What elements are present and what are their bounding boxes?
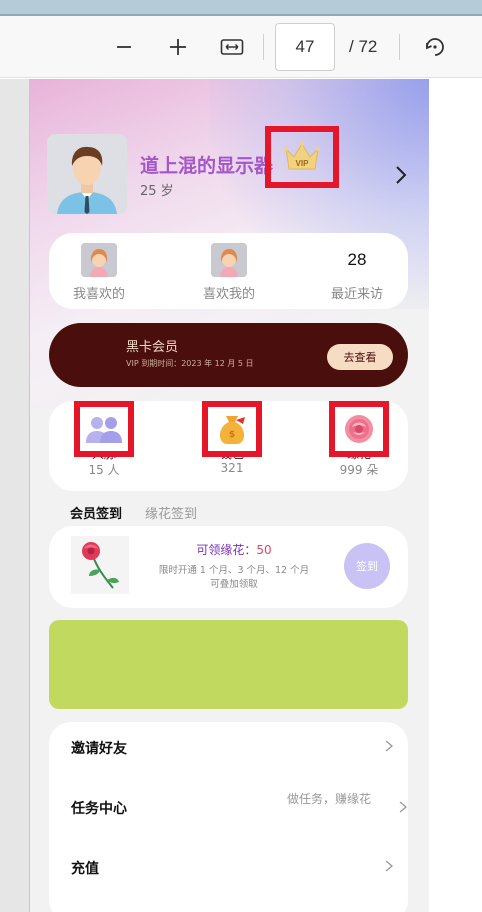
svg-text:$: $ [229,430,235,440]
rose-icon [345,415,373,443]
document-viewer[interactable]: 道上混的显示器 25 岁 VIP 我喜欢的 喜欢我的 28 最近来访 黑卡会员 … [0,79,482,912]
pdf-page: 道上混的显示器 25 岁 VIP 我喜欢的 喜欢我的 28 最近来访 黑卡会员 … [30,79,429,912]
toolbar-separator [399,34,400,60]
money-bag-icon: $ [219,416,245,444]
stat-likes-me[interactable]: 喜欢我的 [179,243,279,302]
highlight-box [329,401,389,457]
rose-stem-icon [82,542,119,589]
asset-value: 15 人 [88,463,120,477]
signin-title: 可领缘花：50 [196,543,272,557]
pdf-toolbar: 47 / 72 [0,16,482,78]
stats-card: 我喜欢的 喜欢我的 28 最近来访 [49,233,408,309]
tab-member-signin[interactable]: 会员签到 [70,503,122,522]
chevron-right-icon [385,860,394,872]
asset-value: 999 朵 [339,463,379,477]
vip-crown-icon: VIP [284,142,320,170]
rotate-icon [426,38,444,56]
black-card-banner[interactable]: 黑卡会员 VIP 到期时间：2023 年 12 月 5 日 去查看 [49,323,408,387]
stat-recent-visitors[interactable]: 28 最近来访 [307,243,407,302]
stat-label: 我喜欢的 [72,287,125,302]
user-age: 25 岁 [140,184,174,199]
people-icon [86,417,122,443]
toolbar-separator [263,34,264,60]
chevron-right-icon[interactable] [392,163,410,187]
page-number-input[interactable]: 47 [275,23,335,71]
signin-button[interactable]: 签到 [344,543,390,589]
minus-icon [117,46,131,48]
chevron-right-icon [385,740,394,752]
menu-item-label: 充值 [71,861,99,877]
zoom-in-button[interactable] [162,16,194,78]
black-card-title: 黑卡会员 [126,340,179,355]
asset-wallet[interactable]: $ 钱包 321 [187,401,277,475]
asset-connections[interactable]: 人脉 15 人 [59,401,149,478]
promo-banner[interactable] [49,620,408,709]
menu-item-task-center[interactable]: 做任务，赚缘花 任务中心 [49,782,408,842]
signin-desc-line2: 可叠加领取 [210,579,258,590]
stat-label: 最近来访 [330,287,383,302]
signin-desc-line1: 限时开通 1 个月、3 个月、12 个月 [158,565,310,576]
chevron-right-icon [399,801,408,813]
menu-item-label: 邀请好友 [71,741,127,757]
assets-card: 人脉 15 人 $ 钱包 321 [49,401,408,491]
female-avatar-icon [81,243,117,277]
plus-icon [170,39,186,55]
asset-value: 321 [220,461,244,475]
fit-width-icon [220,39,244,55]
male-avatar-icon [47,134,127,214]
menu-item-invite-friends[interactable]: 邀请好友 [49,722,408,782]
stat-label: 喜欢我的 [202,287,255,302]
page-total-label: / 72 [349,37,378,56]
view-button[interactable]: 去查看 [327,344,393,370]
page-gutter [0,79,30,912]
highlight-box: $ [202,401,262,457]
rotate-button[interactable] [418,16,452,78]
stat-i-like[interactable]: 我喜欢的 [49,243,149,302]
fit-to-width-button[interactable] [216,16,248,78]
highlight-box [74,401,134,457]
vip-badge-highlight[interactable]: VIP [265,126,339,188]
tab-flower-signin[interactable]: 缘花签到 [145,503,197,522]
menu-item-hint: 做任务，赚缘花 [287,792,372,806]
menu-item-recharge[interactable]: 充值 [49,842,408,902]
female-avatar-icon [211,243,247,277]
menu-item-label: 任务中心 [71,801,127,817]
rose-image [71,536,129,594]
signin-amount: 50 [256,543,272,557]
avatar[interactable] [47,134,127,214]
menu-card: 邀请好友 做任务，赚缘花 任务中心 充值 [49,722,408,912]
window-top-strip [0,0,482,16]
user-name: 道上混的显示器 [140,155,274,177]
signin-card: 可领缘花：50 限时开通 1 个月、3 个月、12 个月 可叠加领取 签到 [49,526,408,608]
vip-expiry-text: VIP 到期时间：2023 年 12 月 5 日 [126,359,254,368]
asset-flowers[interactable]: 缘花 999 朵 [314,401,404,478]
vip-badge-text: VIP [296,159,310,168]
stat-value: 28 [347,250,367,269]
zoom-out-button[interactable] [108,16,140,78]
